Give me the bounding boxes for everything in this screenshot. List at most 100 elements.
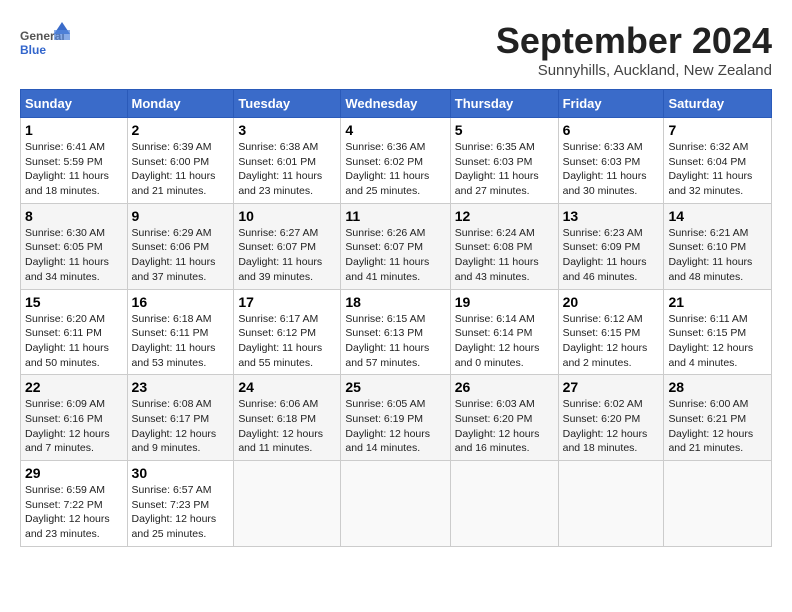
day-number: 6: [563, 122, 660, 138]
day-number: 19: [455, 294, 554, 310]
day-info: Sunrise: 6:21 AMSunset: 6:10 PMDaylight:…: [668, 226, 767, 285]
day-number: 4: [345, 122, 445, 138]
calendar-cell: 18 Sunrise: 6:15 AMSunset: 6:13 PMDaylig…: [341, 289, 450, 375]
day-info: Sunrise: 6:23 AMSunset: 6:09 PMDaylight:…: [563, 226, 660, 285]
calendar-cell: 10 Sunrise: 6:27 AMSunset: 6:07 PMDaylig…: [234, 203, 341, 289]
day-info: Sunrise: 6:15 AMSunset: 6:13 PMDaylight:…: [345, 312, 445, 371]
col-saturday: Saturday: [664, 90, 772, 118]
calendar-row: 22 Sunrise: 6:09 AMSunset: 6:16 PMDaylig…: [21, 375, 772, 461]
calendar-cell: [341, 461, 450, 547]
calendar-cell: 5 Sunrise: 6:35 AMSunset: 6:03 PMDayligh…: [450, 118, 558, 204]
day-number: 16: [132, 294, 230, 310]
calendar-cell: 3 Sunrise: 6:38 AMSunset: 6:01 PMDayligh…: [234, 118, 341, 204]
day-info: Sunrise: 6:38 AMSunset: 6:01 PMDaylight:…: [238, 140, 336, 199]
day-number: 18: [345, 294, 445, 310]
day-info: Sunrise: 6:08 AMSunset: 6:17 PMDaylight:…: [132, 397, 230, 456]
day-info: Sunrise: 6:11 AMSunset: 6:15 PMDaylight:…: [668, 312, 767, 371]
calendar-cell: 29 Sunrise: 6:59 AMSunset: 7:22 PMDaylig…: [21, 461, 128, 547]
title-block: September 2024 Sunnyhills, Auckland, New…: [496, 20, 772, 79]
day-info: Sunrise: 6:41 AMSunset: 5:59 PMDaylight:…: [25, 140, 123, 199]
day-number: 29: [25, 465, 123, 481]
day-number: 3: [238, 122, 336, 138]
calendar-cell: 26 Sunrise: 6:03 AMSunset: 6:20 PMDaylig…: [450, 375, 558, 461]
day-number: 12: [455, 208, 554, 224]
day-info: Sunrise: 6:03 AMSunset: 6:20 PMDaylight:…: [455, 397, 554, 456]
day-info: Sunrise: 6:09 AMSunset: 6:16 PMDaylight:…: [25, 397, 123, 456]
day-number: 20: [563, 294, 660, 310]
calendar-cell: [664, 461, 772, 547]
col-sunday: Sunday: [21, 90, 128, 118]
header-row: Sunday Monday Tuesday Wednesday Thursday…: [21, 90, 772, 118]
calendar-cell: 6 Sunrise: 6:33 AMSunset: 6:03 PMDayligh…: [558, 118, 664, 204]
day-info: Sunrise: 6:39 AMSunset: 6:00 PMDaylight:…: [132, 140, 230, 199]
logo-svg: General Blue: [20, 20, 70, 62]
calendar-row: 8 Sunrise: 6:30 AMSunset: 6:05 PMDayligh…: [21, 203, 772, 289]
day-info: Sunrise: 6:59 AMSunset: 7:22 PMDaylight:…: [25, 483, 123, 542]
calendar-cell: 8 Sunrise: 6:30 AMSunset: 6:05 PMDayligh…: [21, 203, 128, 289]
day-info: Sunrise: 6:57 AMSunset: 7:23 PMDaylight:…: [132, 483, 230, 542]
calendar-cell: 28 Sunrise: 6:00 AMSunset: 6:21 PMDaylig…: [664, 375, 772, 461]
col-friday: Friday: [558, 90, 664, 118]
calendar-row: 15 Sunrise: 6:20 AMSunset: 6:11 PMDaylig…: [21, 289, 772, 375]
day-info: Sunrise: 6:12 AMSunset: 6:15 PMDaylight:…: [563, 312, 660, 371]
day-number: 10: [238, 208, 336, 224]
month-title: September 2024: [496, 20, 772, 62]
calendar-cell: 11 Sunrise: 6:26 AMSunset: 6:07 PMDaylig…: [341, 203, 450, 289]
col-thursday: Thursday: [450, 90, 558, 118]
calendar-cell: 24 Sunrise: 6:06 AMSunset: 6:18 PMDaylig…: [234, 375, 341, 461]
day-info: Sunrise: 6:06 AMSunset: 6:18 PMDaylight:…: [238, 397, 336, 456]
day-number: 8: [25, 208, 123, 224]
calendar-row: 1 Sunrise: 6:41 AMSunset: 5:59 PMDayligh…: [21, 118, 772, 204]
svg-text:Blue: Blue: [20, 43, 46, 57]
calendar-cell: 21 Sunrise: 6:11 AMSunset: 6:15 PMDaylig…: [664, 289, 772, 375]
logo: General Blue: [20, 20, 70, 62]
calendar-cell: 14 Sunrise: 6:21 AMSunset: 6:10 PMDaylig…: [664, 203, 772, 289]
day-number: 26: [455, 379, 554, 395]
calendar-cell: 7 Sunrise: 6:32 AMSunset: 6:04 PMDayligh…: [664, 118, 772, 204]
calendar-cell: 20 Sunrise: 6:12 AMSunset: 6:15 PMDaylig…: [558, 289, 664, 375]
day-info: Sunrise: 6:18 AMSunset: 6:11 PMDaylight:…: [132, 312, 230, 371]
day-number: 15: [25, 294, 123, 310]
day-number: 21: [668, 294, 767, 310]
calendar-cell: 4 Sunrise: 6:36 AMSunset: 6:02 PMDayligh…: [341, 118, 450, 204]
col-wednesday: Wednesday: [341, 90, 450, 118]
calendar-cell: 9 Sunrise: 6:29 AMSunset: 6:06 PMDayligh…: [127, 203, 234, 289]
calendar-cell: 23 Sunrise: 6:08 AMSunset: 6:17 PMDaylig…: [127, 375, 234, 461]
day-number: 13: [563, 208, 660, 224]
day-number: 14: [668, 208, 767, 224]
day-info: Sunrise: 6:20 AMSunset: 6:11 PMDaylight:…: [25, 312, 123, 371]
day-info: Sunrise: 6:30 AMSunset: 6:05 PMDaylight:…: [25, 226, 123, 285]
calendar-cell: [558, 461, 664, 547]
day-number: 9: [132, 208, 230, 224]
calendar-cell: 1 Sunrise: 6:41 AMSunset: 5:59 PMDayligh…: [21, 118, 128, 204]
calendar-cell: 17 Sunrise: 6:17 AMSunset: 6:12 PMDaylig…: [234, 289, 341, 375]
day-info: Sunrise: 6:36 AMSunset: 6:02 PMDaylight:…: [345, 140, 445, 199]
day-number: 11: [345, 208, 445, 224]
day-info: Sunrise: 6:05 AMSunset: 6:19 PMDaylight:…: [345, 397, 445, 456]
day-info: Sunrise: 6:29 AMSunset: 6:06 PMDaylight:…: [132, 226, 230, 285]
calendar-cell: [450, 461, 558, 547]
day-info: Sunrise: 6:27 AMSunset: 6:07 PMDaylight:…: [238, 226, 336, 285]
day-number: 23: [132, 379, 230, 395]
day-info: Sunrise: 6:26 AMSunset: 6:07 PMDaylight:…: [345, 226, 445, 285]
day-info: Sunrise: 6:32 AMSunset: 6:04 PMDaylight:…: [668, 140, 767, 199]
day-number: 17: [238, 294, 336, 310]
day-number: 30: [132, 465, 230, 481]
calendar-cell: 27 Sunrise: 6:02 AMSunset: 6:20 PMDaylig…: [558, 375, 664, 461]
day-info: Sunrise: 6:14 AMSunset: 6:14 PMDaylight:…: [455, 312, 554, 371]
calendar-cell: 2 Sunrise: 6:39 AMSunset: 6:00 PMDayligh…: [127, 118, 234, 204]
day-info: Sunrise: 6:00 AMSunset: 6:21 PMDaylight:…: [668, 397, 767, 456]
calendar-cell: 25 Sunrise: 6:05 AMSunset: 6:19 PMDaylig…: [341, 375, 450, 461]
calendar-cell: 13 Sunrise: 6:23 AMSunset: 6:09 PMDaylig…: [558, 203, 664, 289]
location: Sunnyhills, Auckland, New Zealand: [496, 62, 772, 79]
calendar-cell: [234, 461, 341, 547]
calendar-cell: 12 Sunrise: 6:24 AMSunset: 6:08 PMDaylig…: [450, 203, 558, 289]
day-number: 27: [563, 379, 660, 395]
day-number: 25: [345, 379, 445, 395]
day-number: 5: [455, 122, 554, 138]
day-info: Sunrise: 6:35 AMSunset: 6:03 PMDaylight:…: [455, 140, 554, 199]
day-info: Sunrise: 6:17 AMSunset: 6:12 PMDaylight:…: [238, 312, 336, 371]
calendar-cell: 19 Sunrise: 6:14 AMSunset: 6:14 PMDaylig…: [450, 289, 558, 375]
calendar-cell: 15 Sunrise: 6:20 AMSunset: 6:11 PMDaylig…: [21, 289, 128, 375]
calendar-cell: 22 Sunrise: 6:09 AMSunset: 6:16 PMDaylig…: [21, 375, 128, 461]
